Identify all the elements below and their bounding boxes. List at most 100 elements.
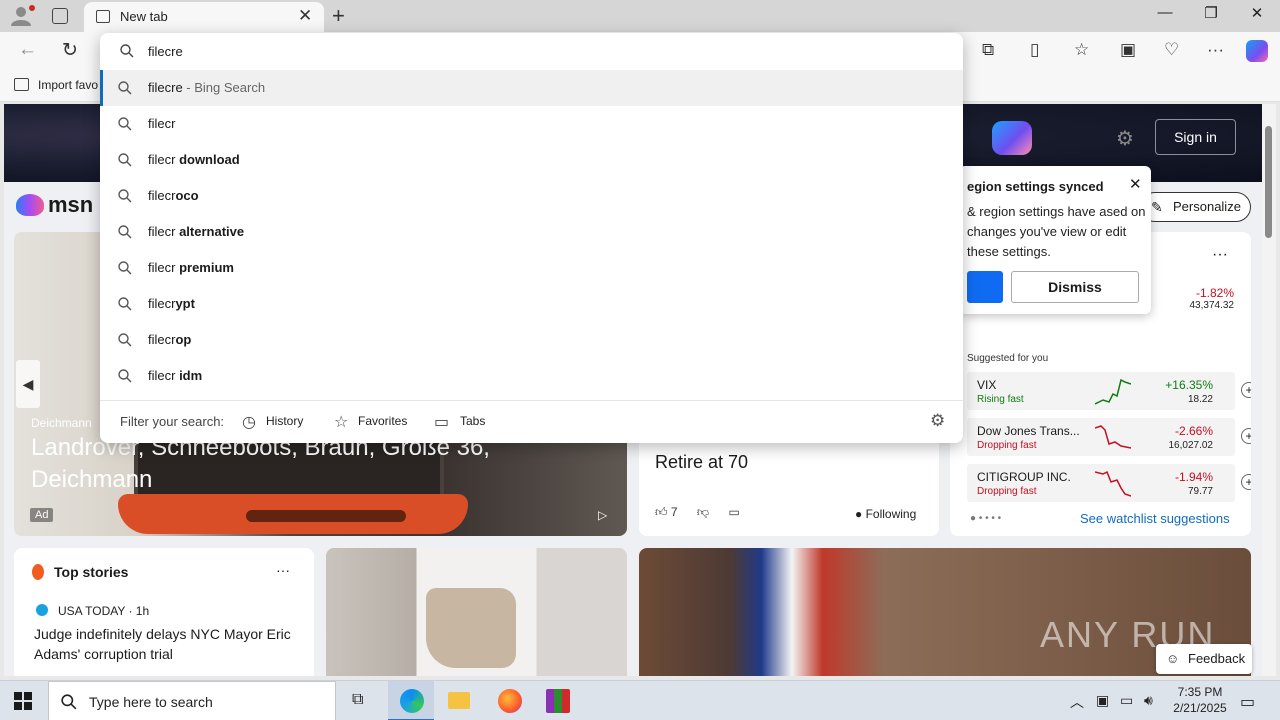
ad-badge: Ad [30,508,54,522]
filter-favorites[interactable]: Favorites [358,414,407,428]
import-icon [14,78,29,91]
region-settings-popup: egion settings synced ✕ & region setting… [959,166,1151,314]
edge-taskbar-icon[interactable] [388,681,434,720]
volume-icon[interactable]: 🔊︎ [1144,692,1153,709]
suggestion-text: filecr download [148,152,240,167]
winrar-icon[interactable] [534,681,580,720]
source-logo-icon [36,604,48,616]
personalize-button[interactable]: ✎ Personalize [1140,192,1251,222]
scrollbar-thumb[interactable] [1265,126,1272,238]
back-icon[interactable]: ← [18,39,37,61]
market-value: 18.22 [1187,394,1213,405]
top-stories-card: Top stories ··· USA TODAY · 1h Judge ind… [14,548,314,676]
popup-primary-button[interactable] [967,271,1003,303]
tab-close-icon[interactable]: ✕ [298,6,312,26]
more-menu-icon[interactable]: ··· [1207,40,1224,60]
suggestion-text: filecr [148,116,176,131]
collections-icon[interactable]: ▣ [1120,40,1136,60]
task-view-icon[interactable]: ⧉ [338,681,384,720]
favorites-icon[interactable]: ☆ [1074,40,1089,60]
watchlist-pager[interactable]: ● • • • • [970,513,1001,524]
product-image-card[interactable] [326,548,627,676]
carousel-dots[interactable] [246,510,406,522]
dislike-icon[interactable]: 👎︎ [697,505,709,519]
close-window-icon[interactable]: ✕ [1234,4,1280,22]
dismiss-button[interactable]: Dismiss [1011,271,1139,303]
market-row[interactable]: Dow Jones Trans... Dropping fast -2.66% … [967,418,1251,456]
suggestion-item[interactable]: filecr idm [100,358,963,394]
system-clock[interactable]: 7:35 PM 2/21/2025 [1172,684,1228,716]
taskbar-search-placeholder: Type here to search [89,694,213,710]
suggestion-text: filecr alternative [148,224,245,239]
following-badge[interactable]: ● Following [855,507,916,521]
address-bar[interactable] [100,33,963,69]
filter-history[interactable]: History [266,414,303,428]
feedback-icon: ☺ [1166,651,1180,666]
market-value: 16,027.02 [1168,440,1214,451]
more-options-icon[interactable]: ··· [1212,246,1228,264]
restore-icon[interactable]: ❐ [1188,4,1234,22]
add-to-watchlist-icon[interactable]: + [1241,382,1251,398]
close-icon[interactable]: ✕ [1129,175,1142,193]
suggestion-text: filecr idm [148,368,203,383]
msn-logo[interactable]: msn [48,192,93,218]
suggestion-item[interactable]: filecr alternative [100,214,963,250]
device-icon[interactable]: ▣ [1096,692,1109,709]
search-icon [118,153,132,167]
see-watchlist-link[interactable]: See watchlist suggestions [1080,511,1230,526]
story-title[interactable]: Retire at 70 [655,452,748,473]
market-trend: Dropping fast [977,486,1037,497]
taskbar-search-box[interactable]: Type here to search [48,681,336,720]
suggestion-item[interactable]: filecrypt [100,286,963,322]
tab-actions-icon[interactable] [52,8,68,24]
popup-body: & region settings have ased on changes y… [967,204,1146,259]
story-headline[interactable]: Judge indefinitely delays NYC Mayor Eric… [34,624,304,664]
search-icon [118,333,132,347]
suggestion-item[interactable]: filecroco [100,178,963,214]
network-icon[interactable]: ▭ [1120,692,1133,709]
market-change: -2.66% [1174,424,1213,438]
settings-gear-icon[interactable]: ⚙ [1116,126,1134,151]
new-tab-button[interactable]: + [332,3,345,29]
market-top-quote[interactable]: -1.82% 43,374.32 [1146,286,1235,311]
import-favorites-link[interactable]: Import favo [38,78,98,92]
minimize-icon[interactable]: — [1142,4,1188,21]
show-hidden-icons-icon[interactable]: ︿ [1070,692,1084,712]
copilot-icon[interactable] [1246,40,1268,62]
suggestion-item[interactable]: filecrop [100,322,963,358]
like-icon[interactable]: 👍︎ [655,505,668,519]
search-settings-gear-icon[interactable]: ⚙ [930,411,945,431]
file-explorer-icon[interactable] [436,681,482,720]
suggestion-item[interactable]: filecr [100,106,963,142]
refresh-icon[interactable]: ↻ [62,39,78,62]
browser-essentials-icon[interactable]: ♡ [1164,40,1179,60]
ad-choices-icon[interactable]: ▷ [598,508,607,522]
sign-in-button[interactable]: Sign in [1155,119,1236,155]
address-input[interactable] [148,41,928,61]
history-icon: ◷ [242,414,256,431]
suggestion-item[interactable]: filecr premium [100,250,963,286]
split-screen-icon[interactable]: ▯ [1030,40,1039,60]
popup-title: egion settings synced [967,179,1104,194]
firefox-icon[interactable] [486,681,532,720]
filter-tabs[interactable]: Tabs [460,414,485,428]
notifications-icon[interactable]: ▭ [1240,692,1255,712]
page-scrollbar[interactable] [1262,104,1276,676]
comment-icon[interactable]: ▭ [728,505,739,519]
add-to-watchlist-icon[interactable]: + [1241,474,1251,490]
feedback-button[interactable]: ☺ Feedback [1156,644,1252,674]
more-options-icon[interactable]: ··· [276,562,290,578]
market-row[interactable]: CITIGROUP INC. Dropping fast -1.94% 79.7… [967,464,1251,502]
suggestion-item[interactable]: filecre - Bing Search [100,70,963,106]
add-to-watchlist-icon[interactable]: + [1241,428,1251,444]
market-row[interactable]: VIX Rising fast +16.35% 18.22 + [967,372,1251,410]
clock-date: 2/21/2025 [1173,701,1227,715]
copilot-logo-icon[interactable] [992,121,1032,155]
search-icon [118,261,132,275]
carousel-prev-button[interactable]: ◀ [16,360,40,408]
extensions-icon[interactable]: ⧉ [982,40,994,60]
tab-new-tab[interactable]: New tab ✕ [84,2,324,32]
suggestion-item[interactable]: filecr download [100,142,963,178]
top-quote-value: 43,374.32 [1189,300,1235,311]
windows-start-icon[interactable] [14,692,32,710]
